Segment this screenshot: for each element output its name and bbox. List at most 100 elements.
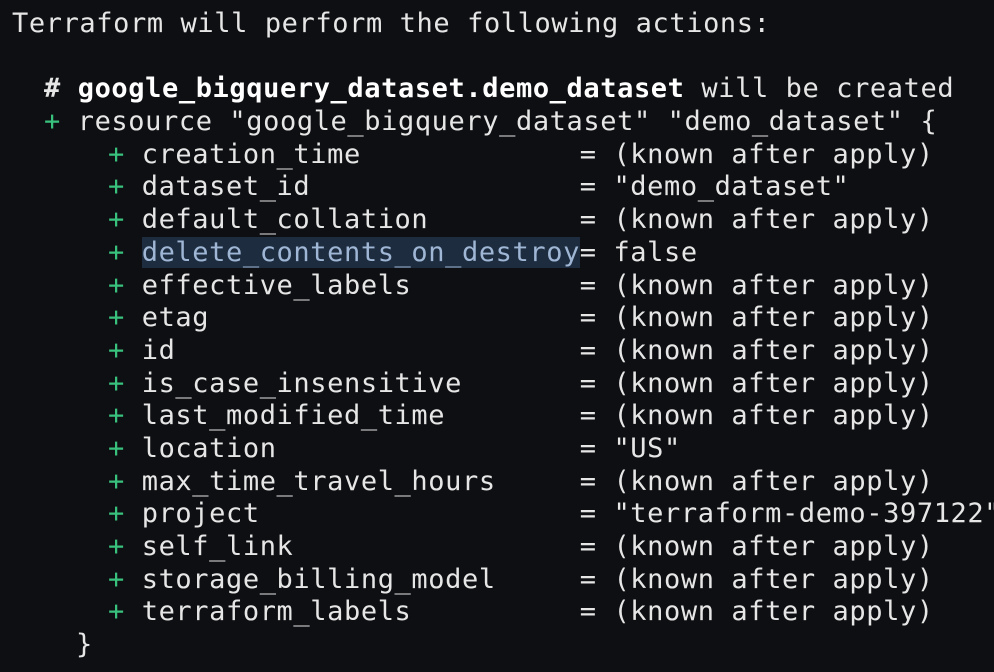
equals-sign: =	[579, 465, 597, 497]
resource-comment-line: # google_bigquery_dataset.demo_dataset w…	[12, 73, 994, 106]
attribute-list: + creation_time = (known after apply) + da…	[12, 139, 994, 629]
equals-sign: =	[579, 563, 597, 595]
attribute-row: + id = (known after apply)	[12, 335, 994, 368]
attribute-value: false	[613, 236, 698, 268]
attribute-row: + effective_labels = (known after apply)	[12, 270, 994, 303]
plus-icon: +	[108, 302, 125, 334]
plus-icon: +	[108, 236, 125, 268]
plus-icon: +	[108, 367, 125, 399]
equals-sign: =	[579, 596, 597, 628]
plus-icon: +	[108, 432, 125, 464]
attribute-key[interactable]: etag	[142, 302, 209, 333]
attribute-value: (known after apply)	[613, 138, 934, 170]
attribute-key[interactable]: max_time_travel_hours	[142, 466, 496, 497]
attribute-key[interactable]: dataset_id	[142, 171, 311, 202]
attribute-key[interactable]: creation_time	[142, 139, 361, 170]
closing-brace: }	[76, 629, 93, 661]
attribute-key[interactable]: default_collation	[142, 204, 429, 235]
attribute-value: (known after apply)	[613, 563, 934, 595]
attribute-key[interactable]: storage_billing_model	[142, 564, 496, 595]
attribute-row: + terraform_labels = (known after apply)	[12, 596, 994, 629]
plus-icon: +	[108, 465, 125, 497]
attribute-row: + max_time_travel_hours = (known after ap…	[12, 466, 994, 499]
attribute-row: + storage_billing_model = (known after ap…	[12, 564, 994, 597]
attribute-row: + default_collation = (known after apply)	[12, 204, 994, 237]
attribute-key[interactable]: last_modified_time	[142, 400, 445, 431]
attribute-value: "US"	[613, 432, 681, 464]
attribute-row: + delete_contents_on_destroy= false	[12, 236, 994, 270]
attribute-value: (known after apply)	[613, 302, 934, 334]
attribute-value: (known after apply)	[613, 334, 934, 366]
attribute-row: + project = "terraform-demo-397122"	[12, 498, 994, 531]
attribute-value: (known after apply)	[613, 400, 934, 432]
attribute-key-cell: last_modified_time	[142, 400, 580, 433]
equals-sign: =	[579, 138, 597, 170]
attribute-key-cell: self_link	[142, 531, 580, 564]
attribute-key-cell: location	[142, 433, 580, 466]
terminal-window[interactable]: Terraform will perform the following act…	[0, 0, 994, 672]
attribute-row: + self_link = (known after apply)	[12, 531, 994, 564]
equals-sign: =	[579, 531, 597, 562]
plus-icon: +	[108, 334, 125, 366]
comment-suffix: will be created	[701, 73, 955, 105]
attribute-key-cell: default_collation	[142, 204, 580, 237]
equals-sign: =	[579, 432, 597, 464]
attribute-key[interactable]: is_case_insensitive	[142, 368, 462, 399]
equals-sign: =	[579, 204, 597, 236]
resource-declaration: resource "google_bigquery_dataset" "demo…	[77, 106, 938, 138]
comment-hash: #	[44, 73, 61, 105]
attribute-key-cell: storage_billing_model	[142, 564, 580, 597]
plus-icon: +	[108, 171, 125, 203]
intro-line: Terraform will perform the following act…	[12, 8, 771, 39]
attribute-row: + is_case_insensitive = (known after appl…	[12, 368, 994, 401]
attribute-value: (known after apply)	[613, 531, 934, 562]
plus-icon: +	[108, 204, 125, 236]
attribute-row: + dataset_id = "demo_dataset"	[12, 171, 994, 204]
attribute-key[interactable]: location	[142, 433, 277, 464]
plus-icon: +	[108, 563, 125, 595]
equals-sign: =	[579, 171, 597, 203]
attribute-key-cell: etag	[142, 302, 580, 335]
attribute-key[interactable]: effective_labels	[142, 270, 412, 301]
attribute-value: (known after apply)	[613, 465, 934, 497]
plus-icon: +	[108, 531, 125, 562]
attribute-key[interactable]: project	[142, 498, 260, 529]
attribute-key-cell: creation_time	[142, 139, 580, 172]
attribute-value: (known after apply)	[613, 367, 934, 399]
attribute-key-cell: id	[142, 335, 580, 368]
equals-sign: =	[579, 367, 597, 399]
attribute-value: (known after apply)	[613, 204, 934, 236]
attribute-row: + last_modified_time = (known after apply…	[12, 400, 994, 433]
equals-sign: =	[579, 400, 597, 432]
attribute-row: + etag = (known after apply)	[12, 302, 994, 335]
comment-resource-address: google_bigquery_dataset.demo_dataset	[77, 73, 685, 105]
attribute-key-cell: effective_labels	[142, 270, 580, 303]
equals-sign: =	[579, 302, 597, 334]
attribute-key[interactable]: self_link	[142, 531, 294, 562]
plus-icon: +	[108, 138, 125, 170]
plus-icon: +	[108, 269, 125, 301]
attribute-key-cell: dataset_id	[142, 171, 580, 204]
attribute-value: "terraform-demo-397122"	[613, 498, 994, 530]
plus-icon: +	[108, 498, 125, 530]
attribute-key-cell: max_time_travel_hours	[142, 466, 580, 499]
attribute-key-cell: delete_contents_on_destroy	[141, 236, 580, 270]
attribute-value: (known after apply)	[613, 269, 934, 301]
equals-sign: =	[579, 334, 597, 366]
attribute-key[interactable]: id	[142, 335, 176, 366]
attribute-key-cell: terraform_labels	[142, 596, 580, 629]
resource-declaration-line: + resource "google_bigquery_dataset" "de…	[12, 106, 994, 139]
attribute-key-selected[interactable]: delete_contents_on_destroy	[141, 236, 580, 268]
attribute-value: (known after apply)	[613, 596, 934, 628]
attribute-row: + creation_time = (known after apply)	[12, 139, 994, 172]
attribute-key[interactable]: terraform_labels	[142, 596, 412, 627]
equals-sign: =	[579, 236, 597, 268]
plus-icon: +	[44, 106, 61, 138]
attribute-key-cell: is_case_insensitive	[142, 368, 580, 401]
attribute-value: "demo_dataset"	[613, 171, 850, 203]
equals-sign: =	[579, 269, 597, 301]
plus-icon: +	[108, 596, 125, 628]
equals-sign: =	[579, 498, 597, 530]
attribute-key-cell: project	[142, 498, 580, 531]
